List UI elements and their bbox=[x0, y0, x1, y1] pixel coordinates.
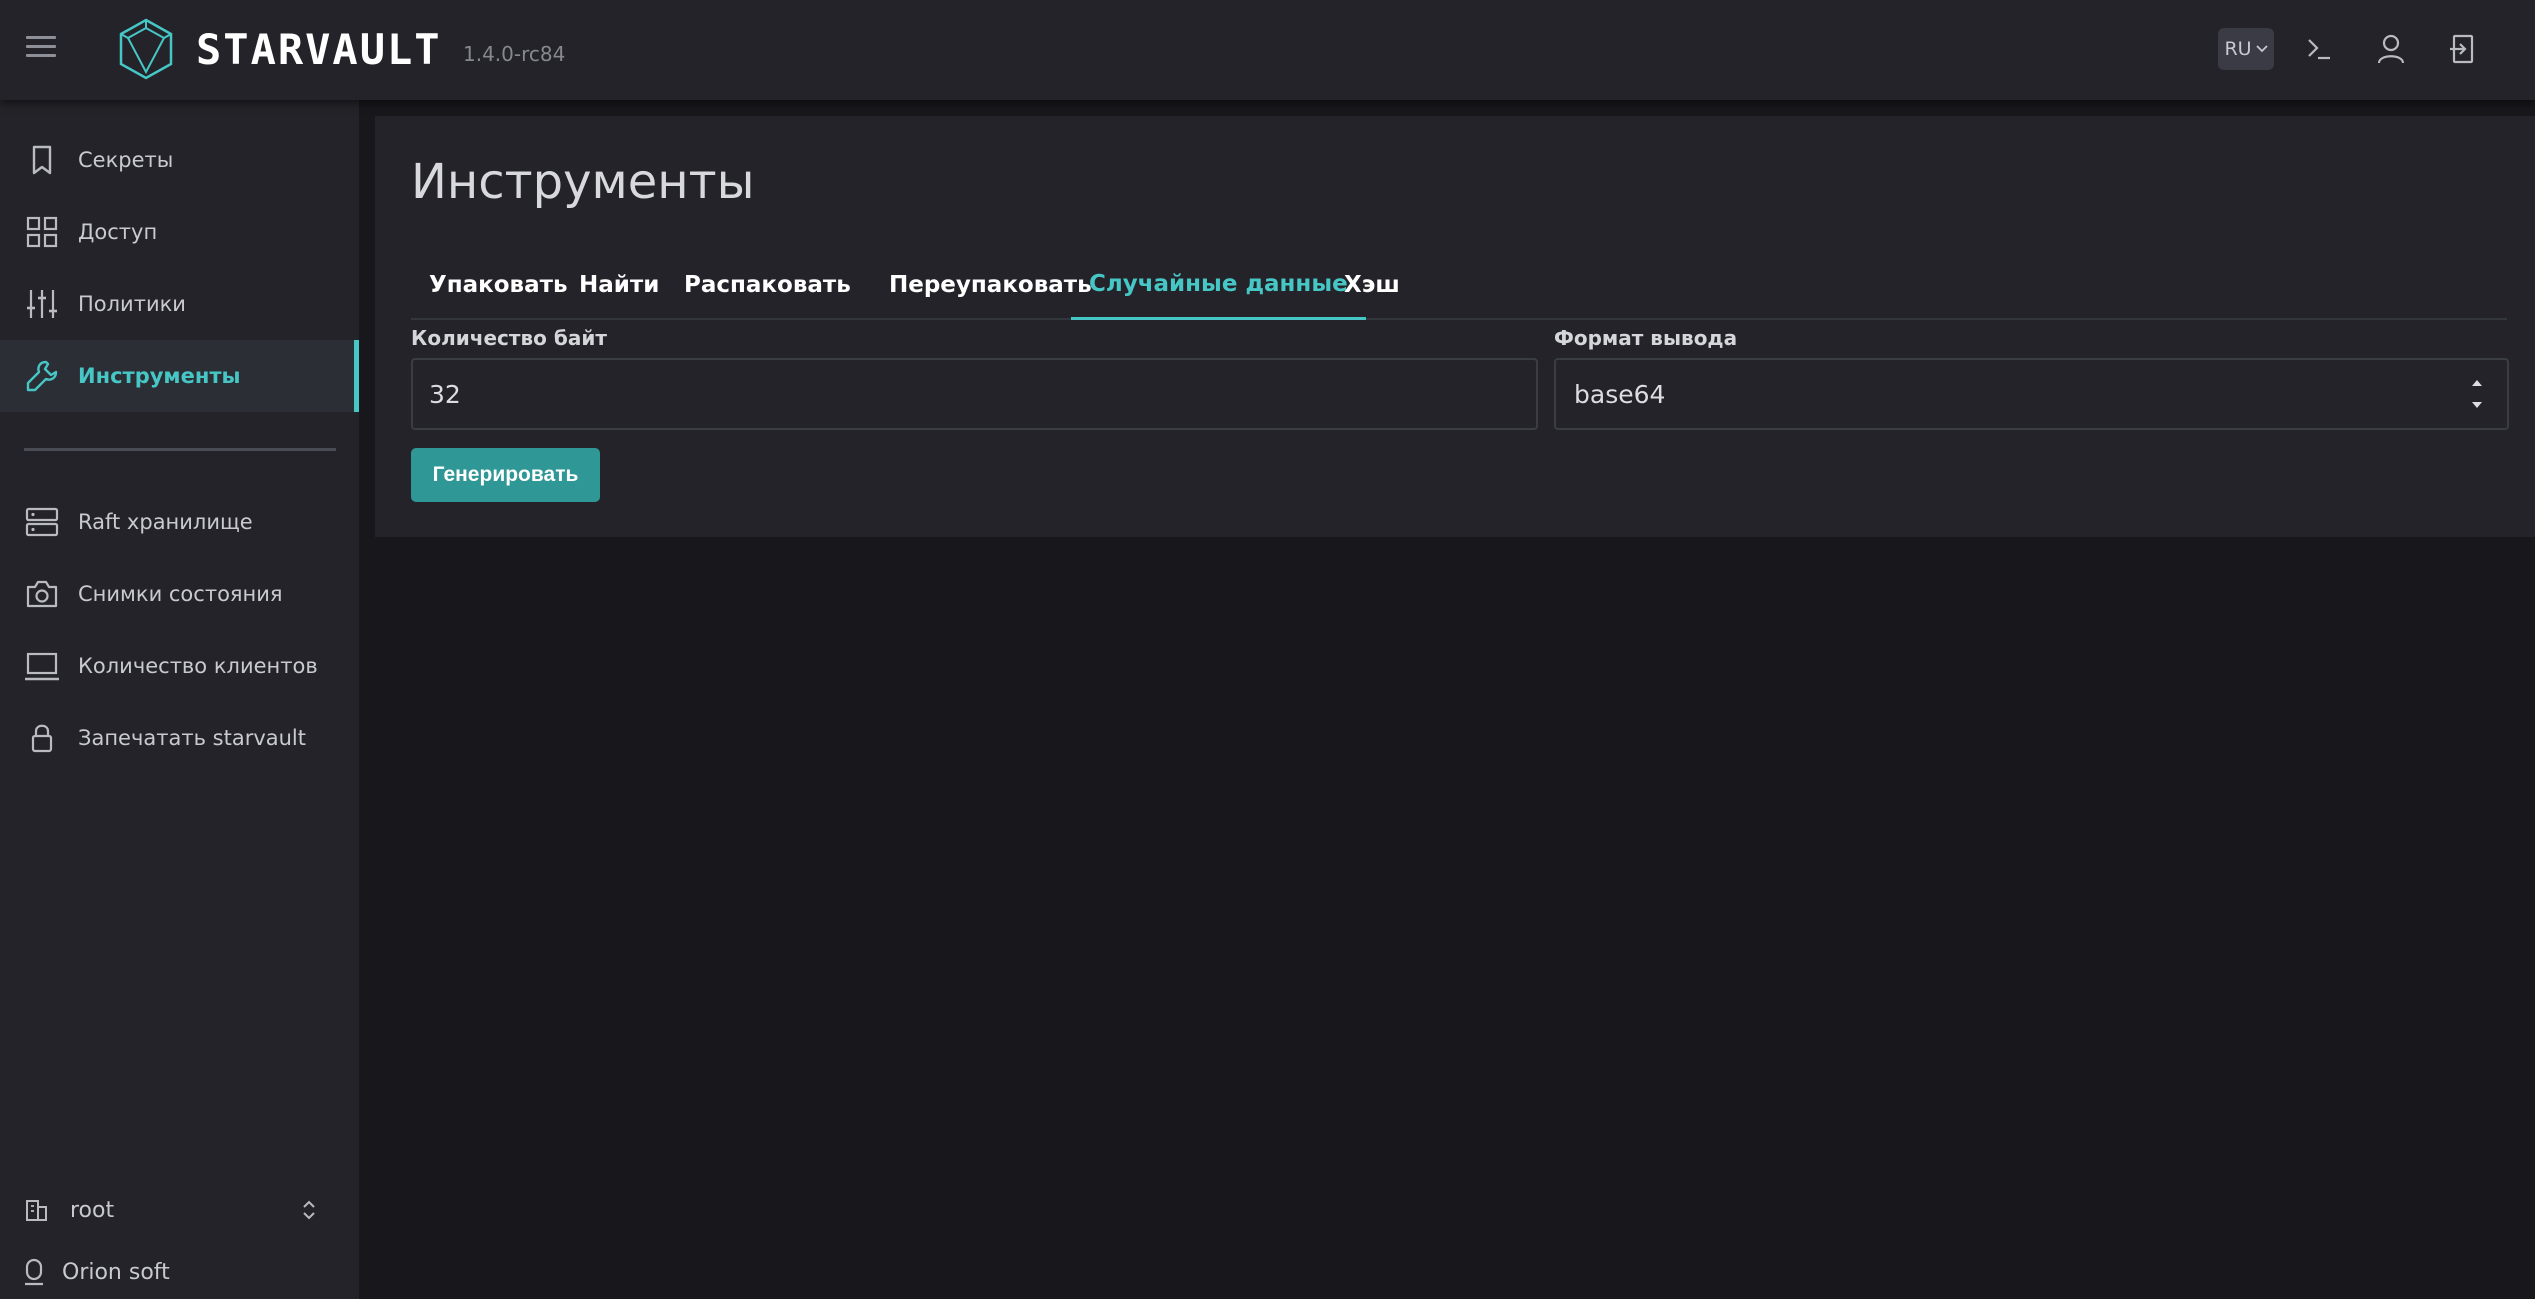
sidebar-item-secrets[interactable]: Секреты bbox=[0, 124, 359, 196]
sidebar-item-access[interactable]: Доступ bbox=[0, 196, 359, 268]
sliders-icon bbox=[27, 290, 57, 318]
tab-unwrap[interactable]: Распаковать bbox=[666, 250, 869, 320]
vendor-name: Orion soft bbox=[62, 1259, 170, 1285]
sidebar-item-raft-storage[interactable]: Raft хранилище bbox=[0, 486, 359, 558]
bytes-value: 32 bbox=[429, 379, 461, 409]
wrench-icon bbox=[26, 360, 58, 392]
select-arrows-icon bbox=[2472, 380, 2482, 408]
lock-icon bbox=[31, 724, 53, 753]
sidebar-item-label: Политики bbox=[78, 292, 186, 316]
chevron-up-down-icon bbox=[303, 1200, 315, 1220]
tab-lookup[interactable]: Найти bbox=[561, 250, 677, 320]
sidebar-item-tools[interactable]: Инструменты bbox=[0, 340, 359, 412]
sidebar: Секреты Доступ Политики Инструменты Raft… bbox=[0, 100, 359, 1299]
top-header: STARVAULT 1.4.0-rc84 RU bbox=[0, 0, 2535, 100]
format-select[interactable]: base64 bbox=[1554, 358, 2509, 430]
sidebar-item-seal[interactable]: Запечатать starvault bbox=[0, 702, 359, 774]
camera-icon bbox=[26, 580, 58, 608]
monitor-icon bbox=[25, 652, 59, 681]
bookmark-icon bbox=[32, 145, 52, 175]
sidebar-divider bbox=[24, 448, 336, 451]
sidebar-item-policies[interactable]: Политики bbox=[0, 268, 359, 340]
menu-icon[interactable] bbox=[26, 36, 58, 62]
bytes-input[interactable]: 32 bbox=[411, 358, 1538, 430]
tools-panel: Инструменты Упаковать Найти Распаковать … bbox=[375, 116, 2535, 537]
logout-icon[interactable] bbox=[2446, 32, 2480, 66]
sidebar-item-snapshots[interactable]: Снимки состояния bbox=[0, 558, 359, 630]
tab-hash[interactable]: Хэш bbox=[1326, 250, 1418, 320]
language-value: RU bbox=[2224, 38, 2252, 60]
generate-button[interactable]: Генерировать bbox=[411, 448, 600, 502]
bytes-label: Количество байт bbox=[411, 326, 607, 350]
format-value: base64 bbox=[1574, 379, 1666, 409]
server-icon bbox=[25, 507, 59, 537]
sidebar-item-label: Снимки состояния bbox=[78, 582, 283, 606]
namespace-name: root bbox=[70, 1197, 115, 1223]
grid-icon bbox=[26, 216, 58, 248]
user-icon[interactable] bbox=[2374, 32, 2408, 66]
chevron-down-icon bbox=[2255, 45, 2268, 53]
starvault-logo-icon bbox=[119, 18, 173, 80]
building-icon bbox=[26, 1200, 47, 1221]
page-title: Инструменты bbox=[411, 154, 755, 210]
namespace-selector[interactable]: root bbox=[24, 1190, 324, 1230]
sidebar-item-client-count[interactable]: Количество клиентов bbox=[0, 630, 359, 702]
tab-random[interactable]: Случайные данные bbox=[1071, 250, 1366, 320]
sidebar-item-label: Инструменты bbox=[78, 364, 241, 388]
version-label: 1.4.0-rc84 bbox=[463, 42, 566, 66]
sidebar-item-label: Секреты bbox=[78, 148, 174, 172]
language-select[interactable]: RU bbox=[2218, 28, 2274, 70]
sidebar-item-label: Запечатать starvault bbox=[78, 726, 306, 750]
brand-name: STARVAULT bbox=[196, 25, 442, 74]
tools-tabs: Упаковать Найти Распаковать Переупаковат… bbox=[411, 250, 2507, 320]
sidebar-item-label: Raft хранилище bbox=[78, 510, 253, 534]
tab-wrap[interactable]: Упаковать bbox=[411, 250, 586, 320]
vendor-logo-icon bbox=[25, 1258, 43, 1286]
sidebar-item-label: Доступ bbox=[78, 220, 158, 244]
vendor-info: Orion soft bbox=[24, 1252, 170, 1292]
sidebar-item-label: Количество клиентов bbox=[78, 654, 318, 678]
format-label: Формат вывода bbox=[1554, 326, 1738, 350]
terminal-icon[interactable] bbox=[2302, 32, 2336, 66]
